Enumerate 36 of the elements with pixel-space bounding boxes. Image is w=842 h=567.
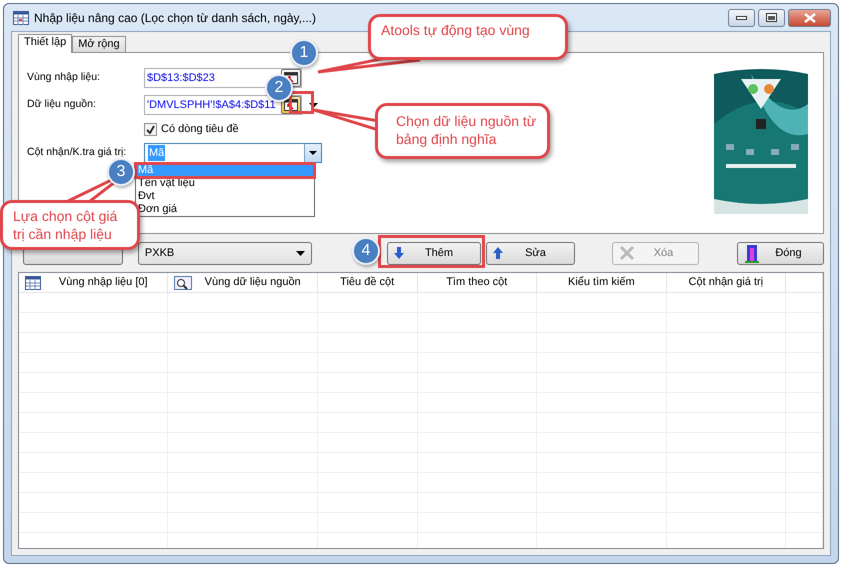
grid-icon [13, 10, 29, 24]
action-button[interactable]: Đóng [737, 242, 824, 264]
column-header: Vùng nhập liệu [0] [58, 275, 148, 290]
dropdown-option[interactable]: Đvt [136, 190, 314, 203]
field-label: Dữ liệu nguồn: [27, 97, 97, 112]
tab[interactable]: Thiết lập [18, 34, 72, 53]
column-header: Tìm theo cột [446, 275, 508, 290]
door-icon [744, 243, 760, 263]
checkbox[interactable] [144, 122, 157, 136]
cross-icon [619, 245, 635, 261]
field-label: Vùng nhập liệu: [27, 70, 101, 86]
action-button[interactable]: Sửa [486, 242, 575, 264]
column-header: Vùng dữ liệu nguồn [204, 275, 301, 290]
action-button[interactable]: Thêm [387, 242, 481, 264]
minimize-button[interactable] [728, 8, 755, 26]
field-label: Cột nhận/K.tra giá trị: [27, 145, 128, 160]
down-arrow-icon [394, 247, 404, 259]
dropdown-arrow-icon [296, 250, 305, 256]
search-icon [174, 276, 192, 290]
dropdown-arrow-icon[interactable] [309, 102, 318, 108]
checkbox-label: Có dòng tiêu đề [161, 122, 239, 137]
window-title: Nhập liệu nâng cao (Lọc chọn từ danh sách, ngày,...) [34, 10, 316, 26]
up-arrow-icon [493, 247, 503, 259]
tab[interactable]: Mở rộng [72, 36, 126, 52]
sheet-dropdown[interactable]: PXKB [138, 242, 312, 264]
callout-tooltip: Chọn dữ liệu nguồn từ bảng định nghĩa [375, 103, 550, 159]
column-header: Kiểu tìm kiếm [568, 275, 635, 290]
column-header: Tiêu đề cột [340, 275, 394, 290]
close-button[interactable] [788, 8, 831, 26]
column-header: Cột nhận giá trị [688, 275, 764, 290]
minimize-icon [736, 16, 747, 20]
maximize-icon [766, 13, 777, 22]
highlight-frame [289, 91, 314, 114]
grid-icon [25, 276, 41, 290]
close-icon [804, 12, 816, 22]
maximize-button[interactable] [758, 8, 785, 26]
